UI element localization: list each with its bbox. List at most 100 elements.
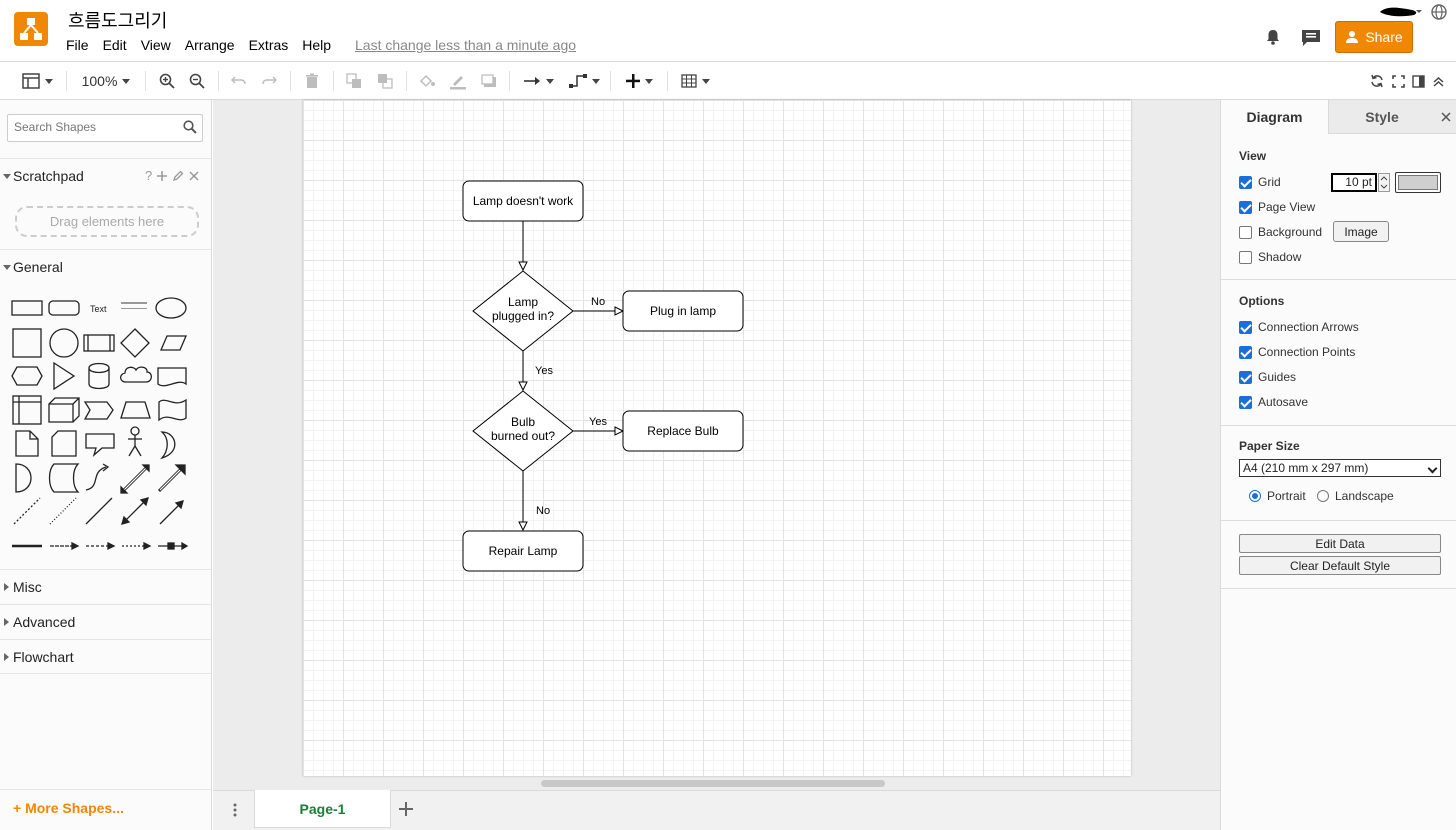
delete-icon[interactable]: [301, 70, 323, 92]
shape-callout[interactable]: [85, 433, 115, 457]
guides-option[interactable]: Guides: [1239, 370, 1296, 384]
flowchart-header[interactable]: Flowchart: [0, 639, 211, 674]
collapse-toolbar-icon[interactable]: [1429, 70, 1447, 92]
shape-or[interactable]: [160, 431, 176, 460]
shape-trapezoid[interactable]: [120, 401, 151, 419]
edit-data-button[interactable]: Edit Data: [1239, 534, 1441, 553]
document-title[interactable]: 흐름도그리기: [68, 7, 167, 33]
tab-diagram[interactable]: Diagram: [1221, 100, 1328, 134]
diagram-canvas[interactable]: Lamp doesn't work Lamp plugged in? Plug …: [213, 100, 1220, 790]
advanced-header[interactable]: Advanced: [0, 604, 211, 639]
connection-arrows-checkbox[interactable]: [1239, 320, 1252, 334]
bell-icon[interactable]: [1264, 28, 1282, 51]
zoom-in-icon[interactable]: [156, 70, 178, 92]
shape-line[interactable]: [85, 497, 113, 525]
close-panel-icon[interactable]: [1435, 100, 1456, 134]
autosave-checkbox[interactable]: [1239, 395, 1252, 409]
shape-tape[interactable]: [158, 398, 187, 422]
landscape-radio[interactable]: [1317, 490, 1329, 502]
autosave-option[interactable]: Autosave: [1239, 395, 1308, 409]
fill-color-icon[interactable]: [416, 70, 438, 92]
guides-checkbox[interactable]: [1239, 370, 1252, 384]
shape-cube[interactable]: [48, 397, 80, 423]
format-panel-toggle-icon[interactable]: [18, 70, 56, 92]
toggle-format-panel-icon[interactable]: [1409, 70, 1427, 92]
line-color-icon[interactable]: [447, 70, 469, 92]
grid-option[interactable]: Grid: [1239, 175, 1281, 189]
share-button[interactable]: Share: [1335, 21, 1413, 53]
shape-rectangle[interactable]: [11, 300, 43, 316]
connection-style-icon[interactable]: [520, 70, 556, 92]
search-box[interactable]: [7, 114, 203, 142]
search-shapes-input[interactable]: [14, 120, 174, 134]
menu-arrange[interactable]: Arrange: [185, 37, 235, 53]
shape-dotted-line[interactable]: [49, 497, 77, 525]
shape-internal-storage[interactable]: [12, 395, 42, 425]
connection-points-option[interactable]: Connection Points: [1239, 345, 1355, 359]
grid-checkbox[interactable]: [1239, 175, 1252, 189]
scratchpad-drop-zone[interactable]: Drag elements here: [15, 206, 199, 237]
shape-arrow[interactable]: [157, 464, 186, 493]
page-view-option[interactable]: Page View: [1239, 200, 1315, 214]
zoom-select[interactable]: 100%: [76, 70, 136, 92]
menu-file[interactable]: File: [66, 37, 89, 53]
table-icon[interactable]: [677, 70, 713, 92]
shape-directional-connector[interactable]: [159, 500, 184, 525]
shadow-checkbox[interactable]: [1239, 250, 1252, 264]
to-front-icon[interactable]: [343, 70, 365, 92]
connection-arrows-option[interactable]: Connection Arrows: [1239, 320, 1359, 334]
shape-diamond[interactable]: [120, 328, 150, 358]
shape-cylinder[interactable]: [88, 362, 110, 390]
horizontal-scrollbar[interactable]: [541, 780, 885, 787]
shape-square[interactable]: [12, 328, 42, 358]
shape-delay[interactable]: [15, 463, 32, 493]
page-view-checkbox[interactable]: [1239, 200, 1252, 214]
misc-header[interactable]: Misc: [0, 569, 211, 604]
menu-help[interactable]: Help: [302, 37, 331, 53]
clear-default-style-button[interactable]: Clear Default Style: [1239, 556, 1441, 575]
shape-note[interactable]: [15, 430, 39, 457]
shape-card[interactable]: [51, 430, 77, 457]
diagram-page[interactable]: Lamp doesn't work Lamp plugged in? Plug …: [303, 100, 1131, 776]
undo-icon[interactable]: [228, 70, 250, 92]
grid-size-stepper-icon[interactable]: [1378, 173, 1390, 192]
portrait-radio[interactable]: [1249, 490, 1261, 502]
background-checkbox[interactable]: [1239, 225, 1252, 239]
insert-plus-icon[interactable]: [620, 70, 658, 92]
add-page-icon[interactable]: [399, 799, 413, 822]
grid-color-swatch[interactable]: [1395, 172, 1441, 193]
shape-document[interactable]: [157, 367, 187, 387]
shape-circle[interactable]: [49, 328, 79, 358]
menu-edit[interactable]: Edit: [103, 37, 127, 53]
shape-step[interactable]: [83, 401, 114, 420]
search-icon[interactable]: [183, 120, 197, 134]
shape-textbox-lines[interactable]: [121, 308, 147, 309]
waypoints-icon[interactable]: [566, 70, 602, 92]
sync-icon[interactable]: [1368, 70, 1386, 92]
menu-view[interactable]: View: [141, 37, 171, 53]
shape-actor[interactable]: [128, 426, 142, 457]
general-header[interactable]: General: [0, 249, 211, 284]
close-icon[interactable]: [188, 170, 200, 182]
shadow-option[interactable]: Shadow: [1239, 250, 1301, 264]
user-account-menu[interactable]: [1378, 4, 1424, 23]
portrait-option[interactable]: Portrait: [1249, 489, 1306, 503]
shape-bidirectional-arrow[interactable]: [120, 464, 150, 494]
shape-edge-arrow-2[interactable]: [86, 541, 116, 551]
shape-parallelogram[interactable]: [160, 335, 187, 351]
paper-size-select[interactable]: A4 (210 mm x 297 mm): [1239, 459, 1441, 477]
shape-edge-arrow-1[interactable]: [50, 541, 80, 551]
background-image-button[interactable]: Image: [1333, 221, 1389, 242]
shape-triangle[interactable]: [53, 361, 76, 391]
shape-edge-arrow-3[interactable]: [122, 541, 152, 551]
comment-icon[interactable]: [1300, 28, 1322, 53]
add-icon[interactable]: [156, 170, 168, 182]
more-shapes-button[interactable]: + More Shapes...: [13, 800, 124, 816]
pages-menu-icon[interactable]: [233, 803, 237, 820]
help-icon[interactable]: ?: [145, 168, 152, 183]
shape-rounded-rectangle[interactable]: [48, 300, 80, 316]
shape-text[interactable]: Text: [90, 304, 107, 314]
tab-style[interactable]: Style: [1328, 100, 1435, 134]
last-change-link[interactable]: Last change less than a minute ago: [355, 37, 576, 53]
drawio-logo-icon[interactable]: [14, 12, 48, 46]
